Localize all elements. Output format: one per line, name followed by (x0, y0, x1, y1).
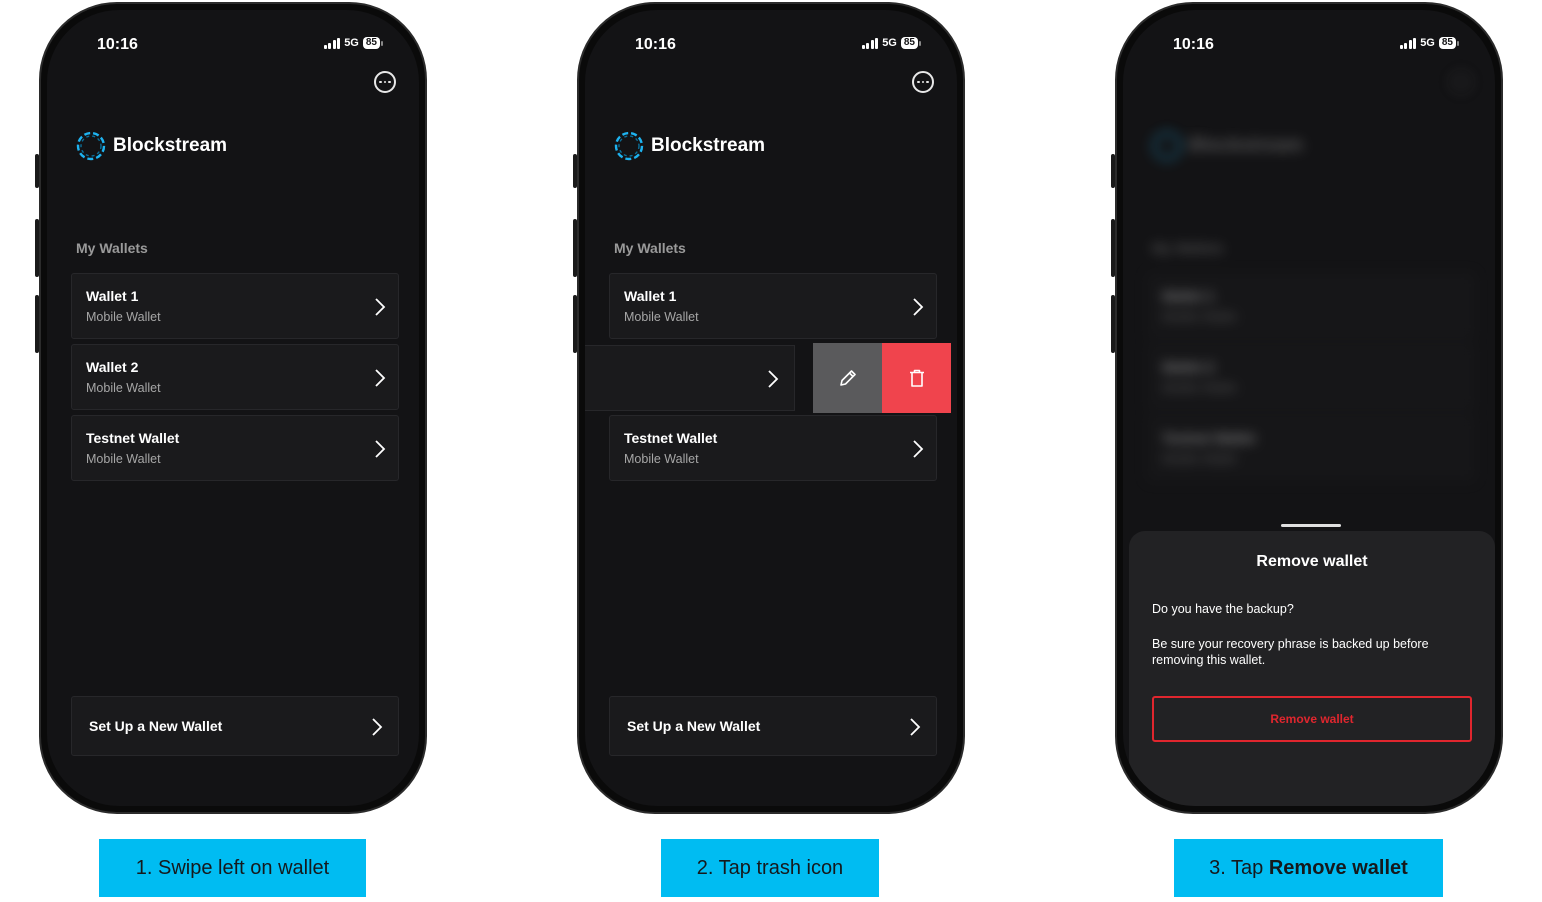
brand-name: Blockstream (113, 135, 228, 156)
section-label-my-wallets: My Wallets (1152, 240, 1224, 256)
battery-level: 85 (900, 37, 918, 49)
trash-icon (909, 369, 924, 387)
sheet-question: Do you have the backup? (1152, 602, 1294, 616)
signal-icon (323, 37, 341, 49)
wallet-card-2: Wallet 2 Mobile Wallet (1147, 344, 1475, 410)
brand-name: Blockstream (651, 135, 766, 156)
more-options-button[interactable] (374, 71, 396, 93)
chevron-right-icon (375, 369, 386, 387)
remove-wallet-button[interactable]: Remove wallet (1152, 696, 1472, 742)
chevron-right-icon (375, 298, 386, 316)
section-label-my-wallets: My Wallets (76, 240, 148, 256)
wallet-card-1: Wallet 1 Mobile Wallet (1147, 273, 1475, 339)
caption-step-3-prefix: 3. Tap (1209, 856, 1269, 879)
phone-step-1: 10:16 5G 85 Blockstream My Wallets Walle… (35, 2, 427, 814)
caption-step-2: 2. Tap trash icon (661, 839, 879, 897)
chevron-right-icon (913, 298, 924, 316)
phone-step-2: 10:16 5G 85 Blockstream My Wallets Walle… (573, 2, 965, 814)
pencil-icon (839, 370, 856, 386)
wallet-name: Testnet Wallet (1162, 430, 1256, 446)
edit-wallet-button[interactable] (813, 343, 882, 413)
wallet-name: Wallet 1 (624, 288, 677, 304)
setup-label: Set Up a New Wallet (627, 718, 761, 734)
wallet-name: Testnet Wallet (86, 430, 180, 446)
more-options-button[interactable] (912, 71, 934, 93)
signal-icon (861, 37, 879, 49)
sheet-title: Remove wallet (1256, 553, 1368, 570)
wallet-type: Mobile Wallet (1162, 310, 1237, 324)
network-label: 5G (882, 37, 897, 49)
swiped-wallet-row[interactable] (585, 343, 951, 413)
wallet-type: Mobile Wallet (624, 452, 699, 466)
blockstream-logo-icon (614, 131, 644, 161)
status-time: 10:16 (635, 36, 676, 53)
wallet-name: Testnet Wallet (624, 430, 718, 446)
screen: 10:16 5G 85 Blockstream My Wallets Walle… (1123, 10, 1495, 806)
brand-name: Blockstream (1189, 135, 1304, 156)
setup-label: Set Up a New Wallet (89, 718, 223, 734)
sheet-body: Be sure your recovery phrase is backed u… (1152, 637, 1429, 667)
setup-new-wallet-button[interactable]: Set Up a New Wallet (71, 696, 399, 756)
blockstream-logo-icon (76, 131, 106, 161)
phone-step-3: 10:16 5G 85 Blockstream My Wallets Walle… (1111, 2, 1503, 814)
chevron-right-icon (768, 370, 779, 388)
wallet-name: Wallet 2 (1162, 359, 1215, 375)
wallet-card-1[interactable]: Wallet 1 Mobile Wallet (71, 273, 399, 339)
section-label-my-wallets: My Wallets (614, 240, 686, 256)
caption-step-3-bold: Remove wallet (1268, 856, 1408, 879)
blockstream-logo: Blockstream (613, 130, 765, 162)
wallet-name: Wallet 2 (86, 359, 139, 375)
wallet-card-2[interactable]: Wallet 2 Mobile Wallet (71, 344, 399, 410)
screen: 10:16 5G 85 Blockstream My Wallets Walle… (47, 10, 419, 806)
wallet-card-2-swiped[interactable] (585, 345, 795, 411)
chevron-right-icon (375, 440, 386, 458)
wallet-type: Mobile Wallet (1162, 452, 1237, 466)
blockstream-logo: Blockstream (1151, 130, 1303, 162)
wallet-type: Mobile Wallet (86, 310, 161, 324)
delete-wallet-button[interactable] (882, 343, 951, 413)
chevron-right-icon (913, 440, 924, 458)
status-time: 10:16 (97, 36, 138, 53)
battery-icon: 85 (362, 37, 383, 49)
network-label: 5G (344, 37, 359, 49)
setup-new-wallet-button[interactable]: Set Up a New Wallet (609, 696, 937, 756)
caption-step-3: 3. Tap Remove wallet (1174, 839, 1443, 897)
battery-level: 85 (362, 37, 380, 49)
status-bar-right: 5G 85 (323, 37, 383, 49)
remove-wallet-sheet: Remove wallet Do you have the backup? Be… (1129, 531, 1495, 806)
wallet-card-3[interactable]: Testnet Wallet Mobile Wallet (71, 415, 399, 481)
more-options-button (1450, 71, 1472, 93)
blockstream-logo: Blockstream (75, 130, 227, 162)
battery-icon: 85 (900, 37, 921, 49)
wallet-name: Wallet 1 (1162, 288, 1215, 304)
status-bar-right: 5G 85 (861, 37, 921, 49)
wallet-type: Mobile Wallet (86, 452, 161, 466)
screen: 10:16 5G 85 Blockstream My Wallets Walle… (585, 10, 957, 806)
wallet-card-3: Testnet Wallet Mobile Wallet (1147, 415, 1475, 481)
sheet-drag-handle[interactable] (1281, 524, 1341, 527)
chevron-right-icon (910, 718, 921, 736)
caption-step-1: 1. Swipe left on wallet (99, 839, 366, 897)
chevron-right-icon (372, 718, 383, 736)
blockstream-logo-icon (1152, 131, 1182, 161)
wallet-card-3[interactable]: Testnet Wallet Mobile Wallet (609, 415, 937, 481)
wallet-type: Mobile Wallet (624, 310, 699, 324)
wallet-type: Mobile Wallet (1162, 381, 1237, 395)
wallet-card-1[interactable]: Wallet 1 Mobile Wallet (609, 273, 937, 339)
wallet-type: Mobile Wallet (86, 381, 161, 395)
wallet-name: Wallet 1 (86, 288, 139, 304)
